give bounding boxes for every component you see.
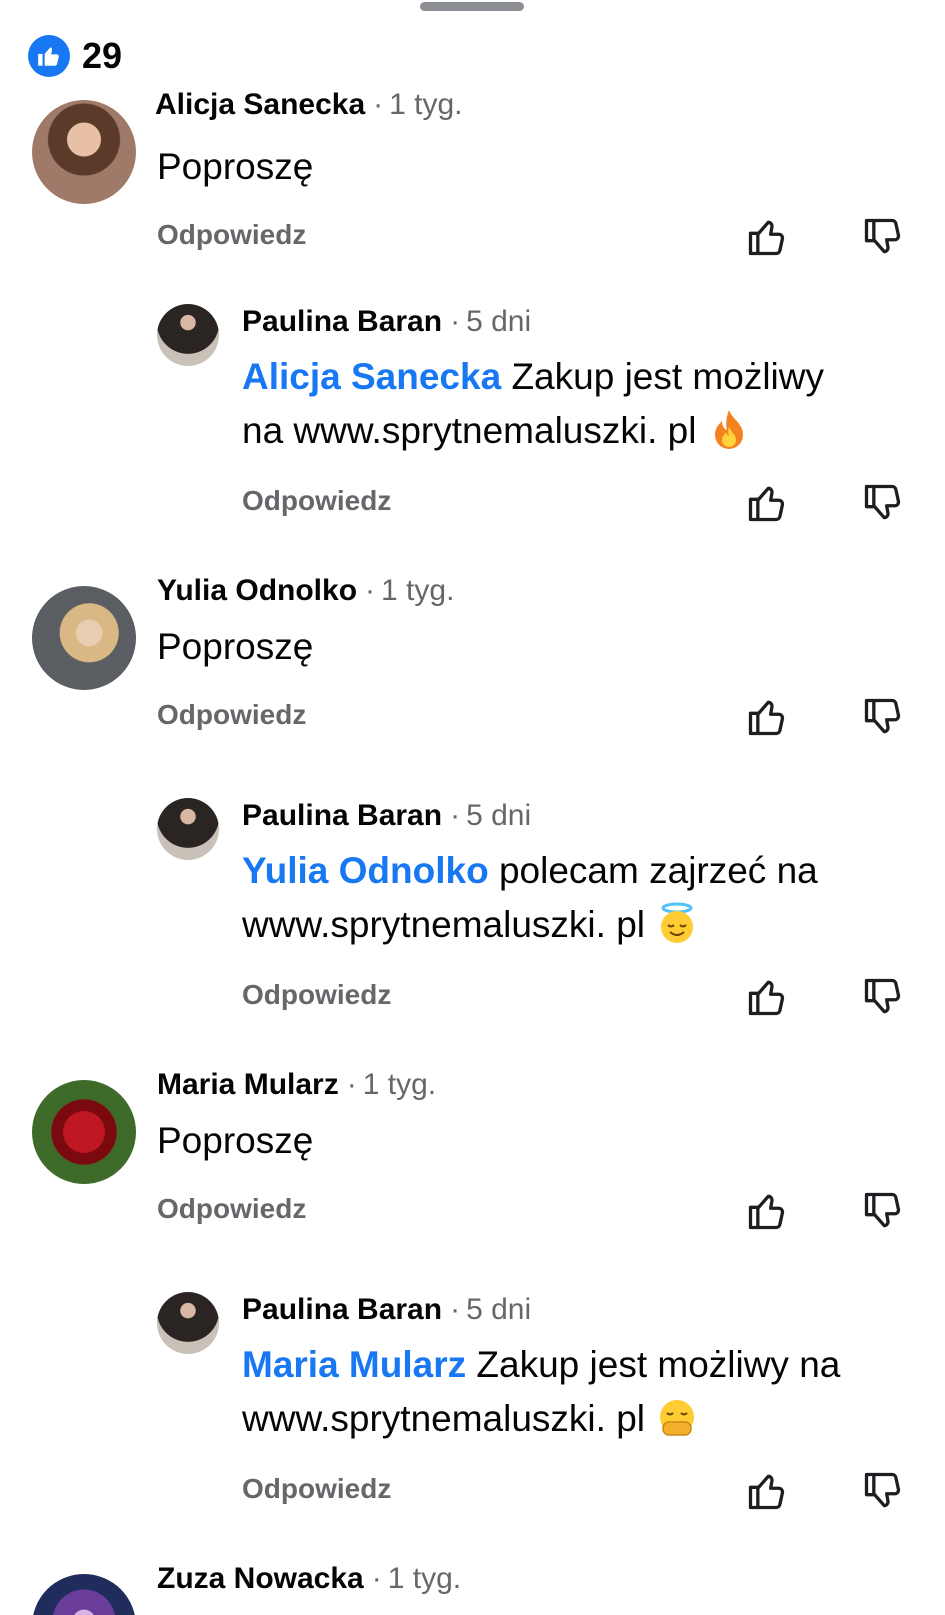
comment-header: Zuza Nowacka · 1 tyg. <box>157 1562 461 1596</box>
separator: · <box>450 799 461 832</box>
reply-time[interactable]: 5 dni <box>466 799 531 832</box>
thumbs-down-icon[interactable] <box>861 975 905 1019</box>
comment-time[interactable]: 1 tyg. <box>363 1068 436 1101</box>
reply-text-line2: www.sprytnemaluszki. pl <box>242 1398 646 1439</box>
reply-text-line1: Zakup jest możliwy <box>501 356 824 397</box>
comment-time[interactable]: 1 tyg. <box>381 574 454 607</box>
mention-link[interactable]: Maria Mularz <box>242 1344 466 1385</box>
reply-time[interactable]: 5 dni <box>466 1293 531 1326</box>
thumbs-down-icon[interactable] <box>861 1469 905 1513</box>
comment-text: Poproszę <box>157 626 314 667</box>
like-count: 29 <box>82 35 123 76</box>
comment: Alicja Sanecka · 1 tyg. Poproszę Odpowiedz <box>0 86 945 336</box>
reply-header: Paulina Baran · 5 dni <box>242 1293 531 1327</box>
reply-text-line1: Zakup jest możliwy na <box>466 1344 841 1385</box>
thumbs-down-icon[interactable] <box>861 481 905 525</box>
comment-text: Poproszę <box>157 1120 314 1161</box>
avatar[interactable] <box>32 1574 136 1615</box>
thumbs-up-icon[interactable] <box>745 695 789 739</box>
thumbs-down-icon[interactable] <box>861 215 905 259</box>
comment: Zuza Nowacka · 1 tyg. <box>0 1562 945 1615</box>
thumbs-up-icon[interactable] <box>745 975 789 1019</box>
separator: · <box>371 1562 382 1595</box>
thumbs-up-icon[interactable] <box>745 1469 789 1513</box>
reply-button[interactable]: Odpowiedz <box>242 485 391 517</box>
reply-comment: Paulina Baran · 5 dni Maria Mularz Zakup j… <box>0 1292 945 1522</box>
separator: · <box>373 88 384 121</box>
avatar[interactable] <box>157 798 219 860</box>
reply-header: Paulina Baran · 5 dni <box>242 799 531 833</box>
reply-author[interactable]: Paulina Baran <box>242 799 442 832</box>
avatar[interactable] <box>32 100 136 204</box>
face-with-hand-over-mouth-emoji <box>660 1400 695 1436</box>
reply-comment: Paulina Baran · 5 dni Alicja Sanecka Zakup… <box>0 304 945 534</box>
separator: · <box>346 1068 357 1101</box>
reply-button[interactable]: Odpowiedz <box>157 219 306 251</box>
comment-author[interactable]: Yulia Odnolko <box>157 574 357 607</box>
mention-link[interactable]: Alicja Sanecka <box>242 356 501 397</box>
reply-text-line2: na www.sprytnemaluszki. pl <box>242 410 697 451</box>
thumbs-down-icon[interactable] <box>861 1189 905 1233</box>
reply-button[interactable]: Odpowiedz <box>157 699 306 731</box>
reply-author[interactable]: Paulina Baran <box>242 1293 442 1326</box>
mention-link[interactable]: Yulia Odnolko <box>242 850 489 891</box>
separator: · <box>450 305 461 338</box>
reply-header: Paulina Baran · 5 dni <box>242 305 531 339</box>
comment-header: Yulia Odnolko · 1 tyg. <box>157 574 454 608</box>
comment-author[interactable]: Maria Mularz <box>157 1068 339 1101</box>
drag-handle[interactable] <box>420 2 524 11</box>
comment-header: Maria Mularz · 1 tyg. <box>157 1068 436 1102</box>
reply-text-line1: polecam zajrzeć na <box>488 850 818 891</box>
avatar[interactable] <box>157 304 219 366</box>
thumbs-up-icon <box>28 35 70 77</box>
reply-text: Maria Mularz Zakup jest możliwy na www.s… <box>242 1338 942 1446</box>
reaction-summary[interactable]: 29 <box>28 34 122 78</box>
thumbs-down-icon[interactable] <box>861 695 905 739</box>
comment-author[interactable]: Zuza Nowacka <box>157 1562 364 1595</box>
reply-button[interactable]: Odpowiedz <box>242 979 391 1011</box>
comment-author[interactable]: Alicja Sanecka <box>155 88 365 121</box>
reply-text-line2: www.sprytnemaluszki. pl <box>242 904 646 945</box>
reply-button[interactable]: Odpowiedz <box>242 1473 391 1505</box>
thumbs-up-icon[interactable] <box>745 215 789 259</box>
reply-text: Yulia Odnolko polecam zajrzeć na www.spr… <box>242 844 922 952</box>
separator: · <box>450 1293 461 1326</box>
comment-time[interactable]: 1 tyg. <box>388 1562 461 1595</box>
reply-comment: Paulina Baran · 5 dni Yulia Odnolko poleca… <box>0 798 945 1028</box>
comment-list[interactable]: Alicja Sanecka · 1 tyg. Poproszę Odpowiedz… <box>0 86 945 1615</box>
fire-emoji <box>714 410 743 449</box>
separator: · <box>365 574 376 607</box>
reply-button[interactable]: Odpowiedz <box>157 1193 306 1225</box>
thumbs-up-icon[interactable] <box>745 1189 789 1233</box>
reply-author[interactable]: Paulina Baran <box>242 305 442 338</box>
reply-text: Alicja Sanecka Zakup jest możliwy na www… <box>242 350 922 458</box>
avatar[interactable] <box>32 1080 136 1184</box>
comment-time[interactable]: 1 tyg. <box>389 88 462 121</box>
avatar[interactable] <box>32 586 136 690</box>
thumbs-up-icon[interactable] <box>745 481 789 525</box>
comment-text: Poproszę <box>157 146 314 187</box>
comment-header: Alicja Sanecka · 1 tyg. <box>155 88 463 122</box>
smiling-face-with-halo-emoji <box>661 902 694 943</box>
avatar[interactable] <box>157 1292 219 1354</box>
reply-time[interactable]: 5 dni <box>466 305 531 338</box>
